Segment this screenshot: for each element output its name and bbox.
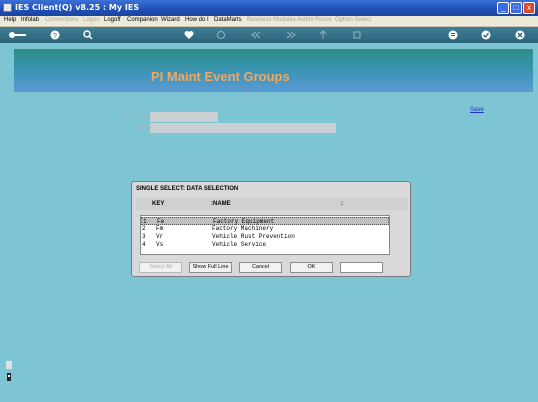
row-name: Vehicle Service [212,241,267,248]
list-item[interactable]: 3 Vr Vehicle Rust Prevention [141,233,389,241]
single-select-dialog: SINGLE SELECT: DATA SELECTION KEY :NAME … [131,181,411,277]
row-num: 2 [142,225,146,232]
column-header: KEY :NAME : [136,198,408,210]
side-tool-icon-2[interactable] [6,373,12,381]
menu-datamarts[interactable]: DataMarts [214,17,242,23]
show-full-line-button[interactable]: Show Full Line [189,262,232,273]
menu-help[interactable]: Help [4,17,16,23]
row-name: Factory Machinery [212,225,274,232]
header-key: KEY [152,201,165,207]
menu-logon[interactable]: Logon [83,17,100,23]
header-extra: : [341,201,343,207]
search-icon[interactable] [83,30,93,40]
up-icon[interactable] [318,30,328,40]
side-strip [0,43,14,402]
cancel-button[interactable]: Cancel [239,262,282,273]
side-tool-icon[interactable] [6,361,12,369]
menu-wizard[interactable]: Wizard [161,17,180,23]
row-key: Fm [156,225,164,232]
toolbar: ? [0,27,538,43]
key-icon[interactable] [8,30,28,40]
menu-action-focus[interactable]: Action Focus [297,17,332,23]
title-bar: IES Client(Q) v8.25 : My IES _ □ x [0,0,538,16]
selection-list[interactable]: 1 Fe Factory Equipment 2 Fm Factory Mach… [140,215,390,255]
close-button[interactable]: x [523,2,535,14]
window-title: IES Client(Q) v8.25 : My IES [15,3,140,12]
menu-bar: Help Infolab Connections Logon Logoff Co… [0,16,538,27]
heart-icon[interactable] [184,30,194,40]
select-all-button[interactable]: Select All [139,262,182,273]
name-label: Name [132,125,146,131]
row-num: 3 [142,233,146,240]
svg-text:?: ? [53,33,57,40]
name-field[interactable] [150,123,336,133]
stop-icon[interactable] [352,30,362,40]
header-name: :NAME [211,201,231,207]
menu-how-do-i[interactable]: How do I [185,17,209,23]
list-item[interactable]: 2 Fm Factory Machinery [141,225,389,233]
ok-button[interactable]: OK [290,262,333,273]
maximize-button[interactable]: □ [510,2,522,14]
app-icon [3,3,12,12]
menu-option-select[interactable]: Option Select [335,17,371,23]
check-icon[interactable] [481,30,491,40]
row-key: Vr [156,233,164,240]
search-input[interactable] [340,262,383,273]
dialog-title: SINGLE SELECT: DATA SELECTION [136,186,239,192]
group-key-field[interactable] [150,112,218,122]
forward-icon[interactable] [286,30,296,40]
help-icon[interactable]: ? [50,30,60,40]
menu-logoff[interactable]: Logoff [104,17,121,23]
group-key-label: Group Key [122,114,146,120]
row-key: Vs [156,241,164,248]
menu-companion[interactable]: Companion [127,17,158,23]
close-icon[interactable] [515,30,525,40]
list-item[interactable]: 4 Vs Vehicle Service [141,241,389,249]
rewind-icon[interactable] [251,30,261,40]
menu-business-modules[interactable]: Business Modules [247,17,296,23]
page-title: PI Maint Event Groups [151,69,290,84]
row-num: 4 [142,241,146,248]
menu-connections[interactable]: Connections [45,17,78,23]
row-name: Vehicle Rust Prevention [212,233,295,240]
list-item[interactable]: 1 Fe Factory Equipment [141,217,389,225]
save-link[interactable]: Save [470,107,484,113]
refresh-icon[interactable] [216,30,226,40]
menu-icon[interactable] [448,30,458,40]
minimize-button[interactable]: _ [497,2,509,14]
menu-infolab[interactable]: Infolab [21,17,39,23]
